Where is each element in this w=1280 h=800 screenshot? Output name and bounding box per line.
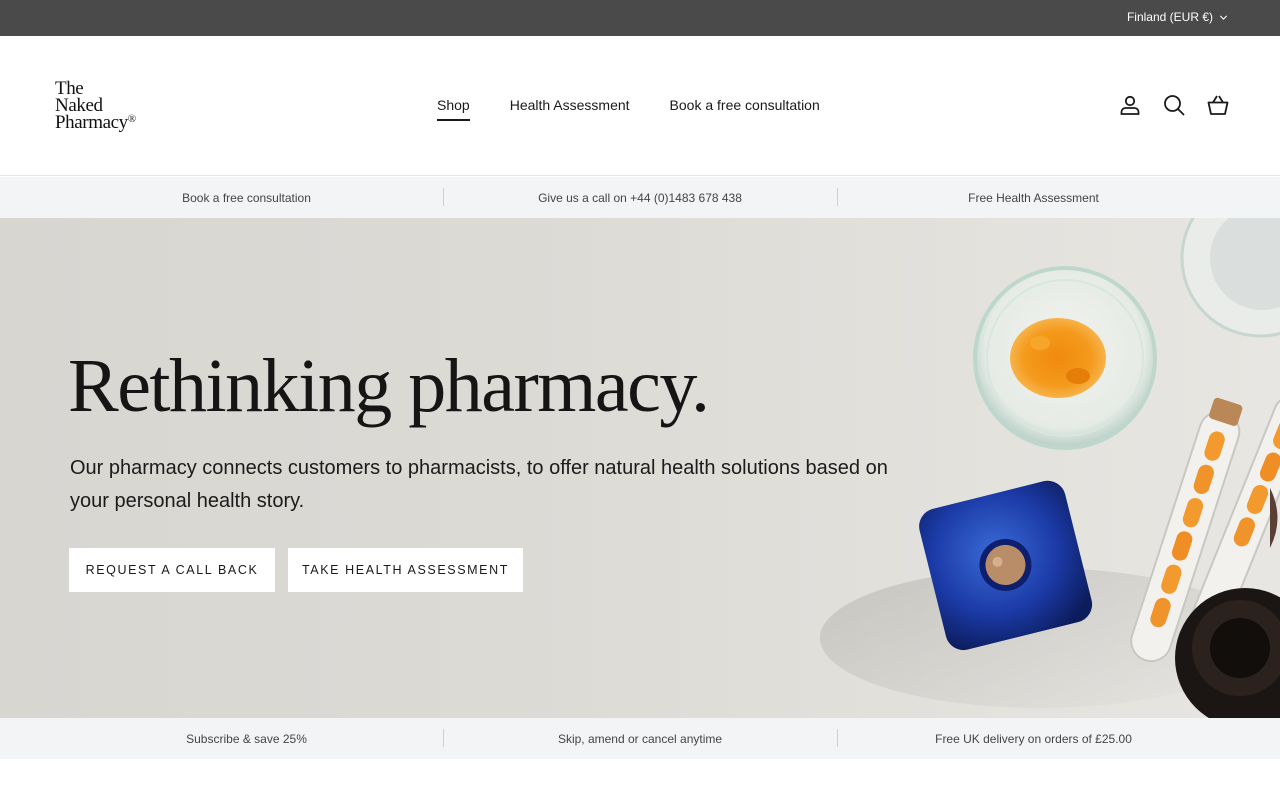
logo-line-3: Pharmacy®	[55, 112, 155, 133]
search-icon[interactable]	[1162, 93, 1186, 117]
nav-item-book-consultation[interactable]: Book a free consultation	[670, 97, 820, 121]
main-nav: Shop Health Assessment Book a free consu…	[437, 97, 820, 121]
strip-item-skip-amend: Skip, amend or cancel anytime	[557, 731, 723, 746]
logo-registered-mark: ®	[127, 113, 136, 125]
strip-item-subscribe: Subscribe & save 25%	[186, 731, 307, 746]
account-icon[interactable]	[1118, 93, 1142, 117]
top-bar: Finland (EUR €)	[0, 0, 1280, 36]
strip-divider	[443, 188, 444, 206]
hero-subtitle: Our pharmacy connects customers to pharm…	[70, 457, 888, 512]
strip-divider	[837, 188, 838, 206]
request-call-back-button[interactable]: REQUEST A CALL BACK	[69, 548, 275, 592]
currency-selector[interactable]: Finland (EUR €)	[1127, 10, 1228, 24]
chevron-down-icon	[1219, 15, 1228, 20]
basket-icon[interactable]	[1206, 93, 1230, 117]
strip-item-free-delivery: Free UK delivery on orders of £25.00	[935, 731, 1132, 746]
nav-item-shop[interactable]: Shop	[437, 97, 470, 121]
strip-divider	[837, 729, 838, 747]
hero-banner: Rethinking pharmacy. Our pharmacy connec…	[0, 218, 1280, 718]
currency-label: Finland (EUR €)	[1126, 10, 1213, 24]
header-actions	[1118, 93, 1230, 117]
info-strip-top: Book a free consultation Give us a call …	[0, 177, 1280, 218]
strip-item-health-assessment[interactable]: Free Health Assessment	[837, 177, 1280, 218]
site-logo[interactable]: The Naked Pharmacy®	[55, 79, 155, 136]
logo-line-3-text: Pharmacy	[55, 112, 128, 133]
strip-divider	[443, 729, 444, 747]
hero-title: Rethinking pharmacy.	[68, 344, 710, 428]
info-strip-bottom: Subscribe & save 25% Skip, amend or canc…	[0, 718, 1280, 759]
strip-item-phone[interactable]: Give us a call on +44 (0)1483 678 438	[443, 177, 837, 218]
take-health-assessment-button[interactable]: TAKE HEALTH ASSESSMENT	[288, 548, 523, 592]
site-header: The Naked Pharmacy® Shop Health Assessme…	[0, 36, 1280, 176]
strip-item-consultation[interactable]: Book a free consultation	[0, 177, 443, 218]
nav-item-health-assessment[interactable]: Health Assessment	[510, 97, 630, 121]
